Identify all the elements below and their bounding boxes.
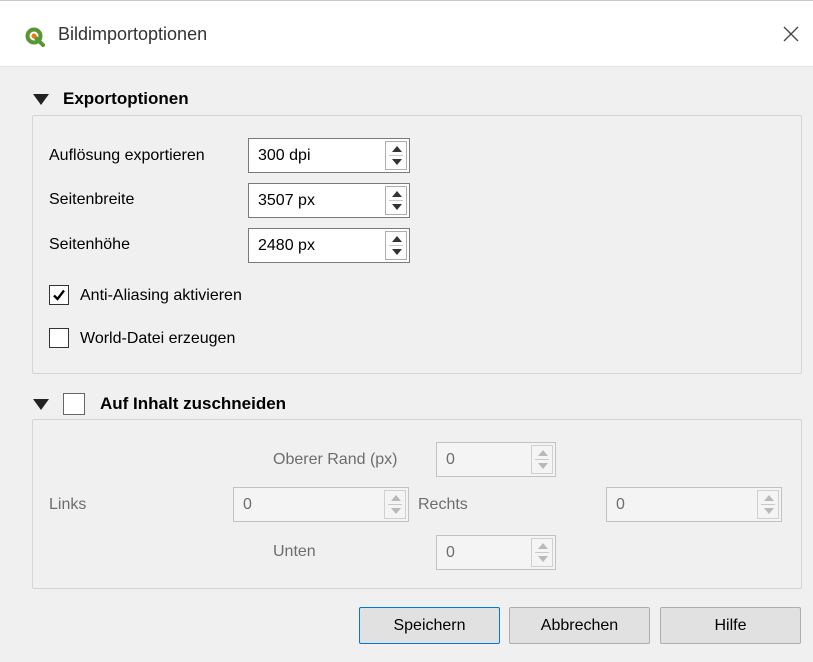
- save-button[interactable]: Speichern: [359, 607, 500, 644]
- close-icon[interactable]: [778, 21, 804, 47]
- bottom-margin-spinbox[interactable]: 0: [436, 535, 556, 570]
- page-width-spinbox[interactable]: 3507 px: [248, 183, 410, 218]
- right-margin-value: 0: [616, 496, 625, 513]
- page-width-label: Seitenbreite: [49, 191, 135, 208]
- cancel-button[interactable]: Abbrechen: [509, 607, 650, 644]
- title-bar: Bildimportoptionen: [0, 1, 813, 67]
- world-file-checkbox[interactable]: [49, 328, 69, 348]
- bottom-margin-value: 0: [446, 544, 455, 561]
- spin-arrows-icon[interactable]: [385, 141, 407, 170]
- window-title: Bildimportoptionen: [58, 24, 208, 44]
- export-options-title: Exportoptionen: [63, 89, 189, 108]
- right-margin-spinbox[interactable]: 0: [606, 487, 782, 522]
- spin-arrows-icon[interactable]: [385, 231, 407, 260]
- collapse-triangle-icon: [33, 93, 49, 105]
- spin-arrows-icon[interactable]: [531, 445, 553, 474]
- left-margin-spinbox[interactable]: 0: [233, 487, 409, 522]
- page-width-value: 3507 px: [258, 192, 315, 209]
- checkmark-icon: [53, 289, 65, 301]
- dialog-window: Bildimportoptionen Exportoptionen Auflös…: [0, 0, 813, 662]
- resolution-value: 300 dpi: [258, 147, 311, 164]
- qgis-logo-icon: [25, 27, 45, 47]
- top-margin-spinbox[interactable]: 0: [436, 442, 556, 477]
- crop-header[interactable]: Auf Inhalt zuschneiden: [33, 390, 286, 418]
- left-margin-value: 0: [243, 496, 252, 513]
- help-button[interactable]: Hilfe: [660, 607, 801, 644]
- anti-aliasing-checkbox[interactable]: [49, 285, 69, 305]
- world-file-label: World-Datei erzeugen: [80, 330, 236, 347]
- crop-checkbox[interactable]: [63, 393, 85, 415]
- top-margin-label: Oberer Rand (px): [273, 451, 398, 468]
- resolution-label: Auflösung exportieren: [49, 147, 205, 164]
- spin-arrows-icon[interactable]: [385, 186, 407, 215]
- bottom-margin-label: Unten: [273, 543, 316, 560]
- page-height-value: 2480 px: [258, 237, 315, 254]
- export-options-header[interactable]: Exportoptionen: [33, 85, 189, 113]
- right-margin-label: Rechts: [418, 496, 468, 513]
- left-margin-label: Links: [49, 496, 87, 513]
- page-height-label: Seitenhöhe: [49, 236, 130, 253]
- top-margin-value: 0: [446, 451, 455, 468]
- spin-arrows-icon[interactable]: [384, 490, 406, 519]
- anti-aliasing-label: Anti-Aliasing aktivieren: [80, 287, 242, 304]
- page-height-spinbox[interactable]: 2480 px: [248, 228, 410, 263]
- crop-title: Auf Inhalt zuschneiden: [100, 394, 287, 413]
- collapse-triangle-icon: [33, 398, 49, 410]
- resolution-spinbox[interactable]: 300 dpi: [248, 138, 410, 173]
- spin-arrows-icon[interactable]: [531, 538, 553, 567]
- spin-arrows-icon[interactable]: [757, 490, 779, 519]
